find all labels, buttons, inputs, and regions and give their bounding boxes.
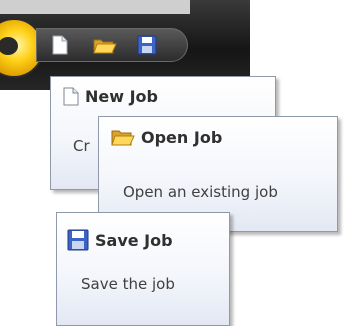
new-document-icon (63, 87, 79, 106)
open-job-description: Open an existing job (123, 183, 278, 201)
open-job-title-text: Open Job (141, 127, 223, 147)
open-job-icon[interactable] (93, 35, 117, 59)
new-job-title-text: New Job (85, 87, 158, 106)
tooltip-save-job-title: Save Job (67, 229, 173, 251)
tooltip-open-job-title: Open Job (111, 127, 222, 147)
save-job-title-text: Save Job (95, 230, 173, 250)
save-disk-icon (67, 229, 89, 251)
save-job-description: Save the job (81, 275, 175, 293)
orb-emblem-icon (0, 37, 18, 55)
tooltip-save-job: Save Job Save the job (56, 212, 230, 326)
new-job-description: Cr (73, 137, 90, 155)
quick-access-bar (36, 28, 188, 62)
tooltip-new-job-title: New Job (63, 87, 158, 106)
open-folder-icon (111, 127, 135, 147)
save-job-icon[interactable] (137, 35, 157, 59)
toolbar-top-strip (0, 0, 190, 14)
new-job-icon[interactable] (51, 35, 69, 59)
